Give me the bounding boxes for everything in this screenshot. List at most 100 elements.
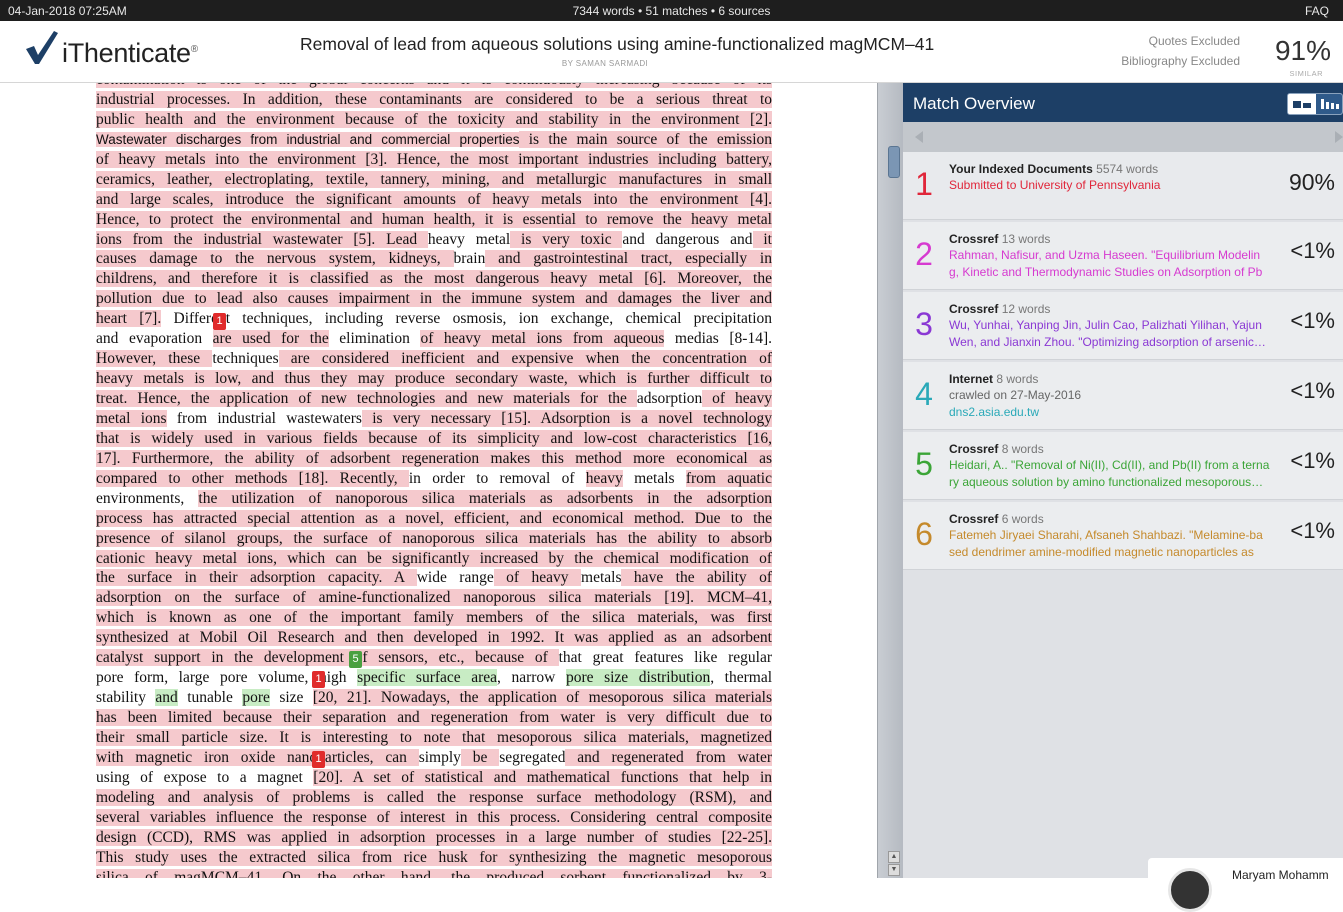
match-description[interactable]: Wu, Yunhai, Yanping Jin, Julin Cao, Pali… bbox=[949, 318, 1271, 332]
match-highlight[interactable]: heart [7]. bbox=[96, 310, 162, 328]
view-toggle[interactable] bbox=[1287, 93, 1343, 115]
match-highlight[interactable]: treat. Hence, the application of new tec… bbox=[96, 390, 637, 407]
match-word-count: 13 words bbox=[998, 232, 1051, 246]
match-highlight[interactable]: from aquatic bbox=[685, 469, 772, 487]
match-highlight[interactable]: of heavy bbox=[702, 390, 772, 407]
match-highlight[interactable]: with magnetic iron oxide nanoparticles, … bbox=[96, 748, 419, 766]
match-marker[interactable]: 5 bbox=[349, 651, 362, 668]
match-highlight[interactable]: modeling and analysis of problems is cal… bbox=[96, 788, 772, 806]
match-description-continued[interactable]: ry aqueous solution by amino functionali… bbox=[949, 475, 1271, 489]
match-highlight[interactable]: ions from the industrial wastewater [5].… bbox=[96, 230, 428, 248]
match-highlight[interactable]: are used for the bbox=[212, 330, 329, 348]
panel-splitter[interactable] bbox=[877, 83, 903, 878]
match-highlight[interactable]: contamination is one of the global conce… bbox=[96, 83, 772, 88]
match-highlight[interactable]: and therefore it is classified as the mo… bbox=[156, 270, 772, 288]
match-description[interactable]: Rahman, Nafisur, and Uzma Haseen. "Equil… bbox=[949, 248, 1271, 262]
match-highlight[interactable]: pollution due to lead also causes impair… bbox=[96, 290, 772, 308]
match-highlight[interactable]: that is widely used in various fields be… bbox=[96, 429, 772, 447]
match-item[interactable]: 4 Internet 8 words crawled on 27-May-2016 d… bbox=[903, 362, 1343, 430]
quotes-excluded-toggle[interactable]: Quotes Excluded bbox=[1149, 34, 1240, 48]
match-highlight[interactable]: Hence, to protect the environmental and … bbox=[96, 210, 772, 228]
match-highlight[interactable]: process has attracted special attention … bbox=[96, 509, 772, 527]
match-description-continued[interactable]: g, Kinetic and Thermodynamic Studies on … bbox=[949, 265, 1271, 279]
match-marker[interactable]: 1 bbox=[312, 751, 325, 768]
match-source-type: Crossref bbox=[949, 302, 999, 316]
match-description[interactable]: Submitted to University of Pennsylvania bbox=[949, 178, 1271, 192]
match-highlight[interactable]: have the ability of bbox=[621, 569, 772, 587]
match-highlight[interactable]: design (CCD), RMS was applied in adsorpt… bbox=[96, 828, 772, 846]
unmatched-text: Different techniques, including reverse … bbox=[161, 310, 772, 328]
match-number: 4 bbox=[915, 376, 933, 412]
match-highlight[interactable]: several variables influence the response… bbox=[96, 808, 772, 826]
match-highlight[interactable]: cationic heavy metal ions, which can be … bbox=[96, 549, 772, 567]
match-highlight[interactable]: 17]. Furthermore, the ability of adsorbe… bbox=[96, 449, 772, 467]
match-highlight[interactable]: heavy metals is low, and thus they may p… bbox=[96, 370, 772, 388]
match-highlight[interactable]: and large scales, introduce the signific… bbox=[96, 190, 772, 208]
match-highlight[interactable]: adsorption on the surface of amine-funct… bbox=[96, 589, 772, 607]
match-highlight[interactable]: of heavy bbox=[493, 569, 582, 587]
match-description[interactable]: Fatemeh Jiryaei Sharahi, Afsaneh Shahbaz… bbox=[949, 528, 1271, 542]
match-highlight[interactable]: [20, 21]. Nowadays, the application of m… bbox=[312, 689, 772, 707]
match-marker[interactable]: 1 bbox=[312, 671, 325, 688]
match-highlight[interactable]: the surface in their adsorption capacity… bbox=[96, 569, 417, 587]
match-highlight[interactable]: However, these bbox=[96, 350, 213, 368]
scroll-up-button[interactable]: ▲ bbox=[888, 851, 900, 863]
match-highlight[interactable]: catalyst support in the development of s… bbox=[96, 649, 559, 667]
match-highlight[interactable]: silica of magMCM–41. On the other hand, … bbox=[96, 868, 772, 878]
bibliography-excluded-toggle[interactable]: Bibliography Excluded bbox=[1121, 54, 1240, 68]
bar-chart-view-icon[interactable] bbox=[1316, 94, 1342, 114]
faq-link[interactable]: FAQ bbox=[1305, 4, 1329, 18]
match-highlight[interactable]: it bbox=[752, 230, 772, 248]
match-highlight[interactable]: [20]. A set of statistical and mathemati… bbox=[313, 768, 772, 786]
match-item[interactable]: 1 Your Indexed Documents 5574 words Submit… bbox=[903, 152, 1343, 220]
match-highlight[interactable]: is the main source of the emission bbox=[519, 130, 772, 148]
match-highlight[interactable]: compared to other methods [18]. Recently… bbox=[96, 469, 409, 487]
match-highlight[interactable]: has been limited because their separatio… bbox=[96, 709, 772, 726]
scrollbar-thumb[interactable] bbox=[888, 146, 900, 178]
next-match-icon[interactable] bbox=[1335, 131, 1343, 143]
scroll-down-button[interactable]: ▼ bbox=[888, 864, 900, 876]
match-highlight[interactable]: of heavy metal ions from aqueous bbox=[420, 330, 665, 348]
match-highlight[interactable]: which is known as one of the important f… bbox=[96, 609, 772, 627]
match-highlight[interactable]: of heavy metals into the environment [3]… bbox=[96, 150, 772, 168]
match-highlight[interactable]: synthesized at Mobil Oil Research and th… bbox=[96, 629, 772, 647]
match-highlight[interactable]: is very necessary [15]. Adsorption is a … bbox=[361, 409, 772, 427]
match-description-continued[interactable]: sed dendrimer amine-modified magnetic na… bbox=[949, 545, 1271, 559]
match-highlight[interactable]: ceramics, leather, electroplating, texti… bbox=[96, 170, 772, 188]
previous-match-icon[interactable] bbox=[915, 131, 923, 143]
match-highlight[interactable]: metal ions bbox=[96, 409, 167, 427]
match-highlight-green[interactable]: pore size distribution bbox=[565, 669, 711, 687]
match-highlight[interactable]: heavy bbox=[585, 469, 623, 487]
match-highlight-green[interactable]: specific surface area bbox=[357, 669, 498, 687]
match-description-continued[interactable]: Wen, and Jianxin Zhou. "Optimizing adsor… bbox=[949, 335, 1271, 349]
match-highlight[interactable]: public health and the environment becaus… bbox=[96, 110, 772, 128]
match-highlight[interactable]: This study uses the extracted silica fro… bbox=[96, 848, 772, 866]
match-highlight[interactable]: presence of silanol groups, the surface … bbox=[96, 529, 772, 547]
match-highlight-green[interactable]: and bbox=[155, 689, 178, 707]
match-highlight[interactable]: are considered inefficient and expensive… bbox=[278, 350, 772, 368]
match-highlight[interactable]: be bbox=[460, 748, 500, 766]
match-highlight-green[interactable]: pore bbox=[242, 689, 270, 707]
report-stats: 7344 words • 51 matches • 6 sources bbox=[572, 4, 771, 18]
document-viewer[interactable]: contamination is one of the global conce… bbox=[0, 83, 877, 878]
match-highlight[interactable]: causes damage to the nervous system, kid… bbox=[96, 250, 454, 268]
list-view-icon[interactable] bbox=[1288, 94, 1316, 114]
match-highlight[interactable]: and regenerated from water bbox=[565, 748, 772, 766]
match-highlight[interactable]: and gastrointestinal tract, especially i… bbox=[485, 250, 772, 268]
match-highlight[interactable]: the utilization of nanoporous silica mat… bbox=[198, 489, 772, 507]
match-marker[interactable]: 1 bbox=[213, 313, 226, 330]
match-item[interactable]: 6 Crossref 6 words Fatemeh Jiryaei Sharahi… bbox=[903, 502, 1343, 570]
match-item[interactable]: 2 Crossref 13 words Rahman, Nafisur, and U… bbox=[903, 222, 1343, 290]
match-highlight[interactable]: childrens, bbox=[96, 270, 157, 288]
match-description-continued[interactable]: dns2.asia.edu.tw bbox=[949, 405, 1271, 419]
match-highlight[interactable]: their small particle size. It is interes… bbox=[96, 728, 772, 746]
document-line: causes damage to the nervous system, kid… bbox=[96, 249, 772, 269]
match-highlight[interactable]: is very toxic bbox=[510, 230, 623, 248]
match-description[interactable]: crawled on 27-May-2016 bbox=[949, 388, 1271, 402]
match-item[interactable]: 3 Crossref 12 words Wu, Yunhai, Yanping Ji… bbox=[903, 292, 1343, 360]
match-item[interactable]: 5 Crossref 8 words Heidari, A.. "Removal o… bbox=[903, 432, 1343, 500]
match-description[interactable]: Heidari, A.. "Removal of Ni(II), Cd(II),… bbox=[949, 458, 1271, 472]
match-highlight[interactable]: Wastewater discharges from industrial an… bbox=[96, 131, 520, 147]
match-highlight[interactable]: industrial processes. In addition, these… bbox=[96, 90, 772, 108]
user-card[interactable]: Maryam Mohamm bbox=[1148, 858, 1343, 912]
